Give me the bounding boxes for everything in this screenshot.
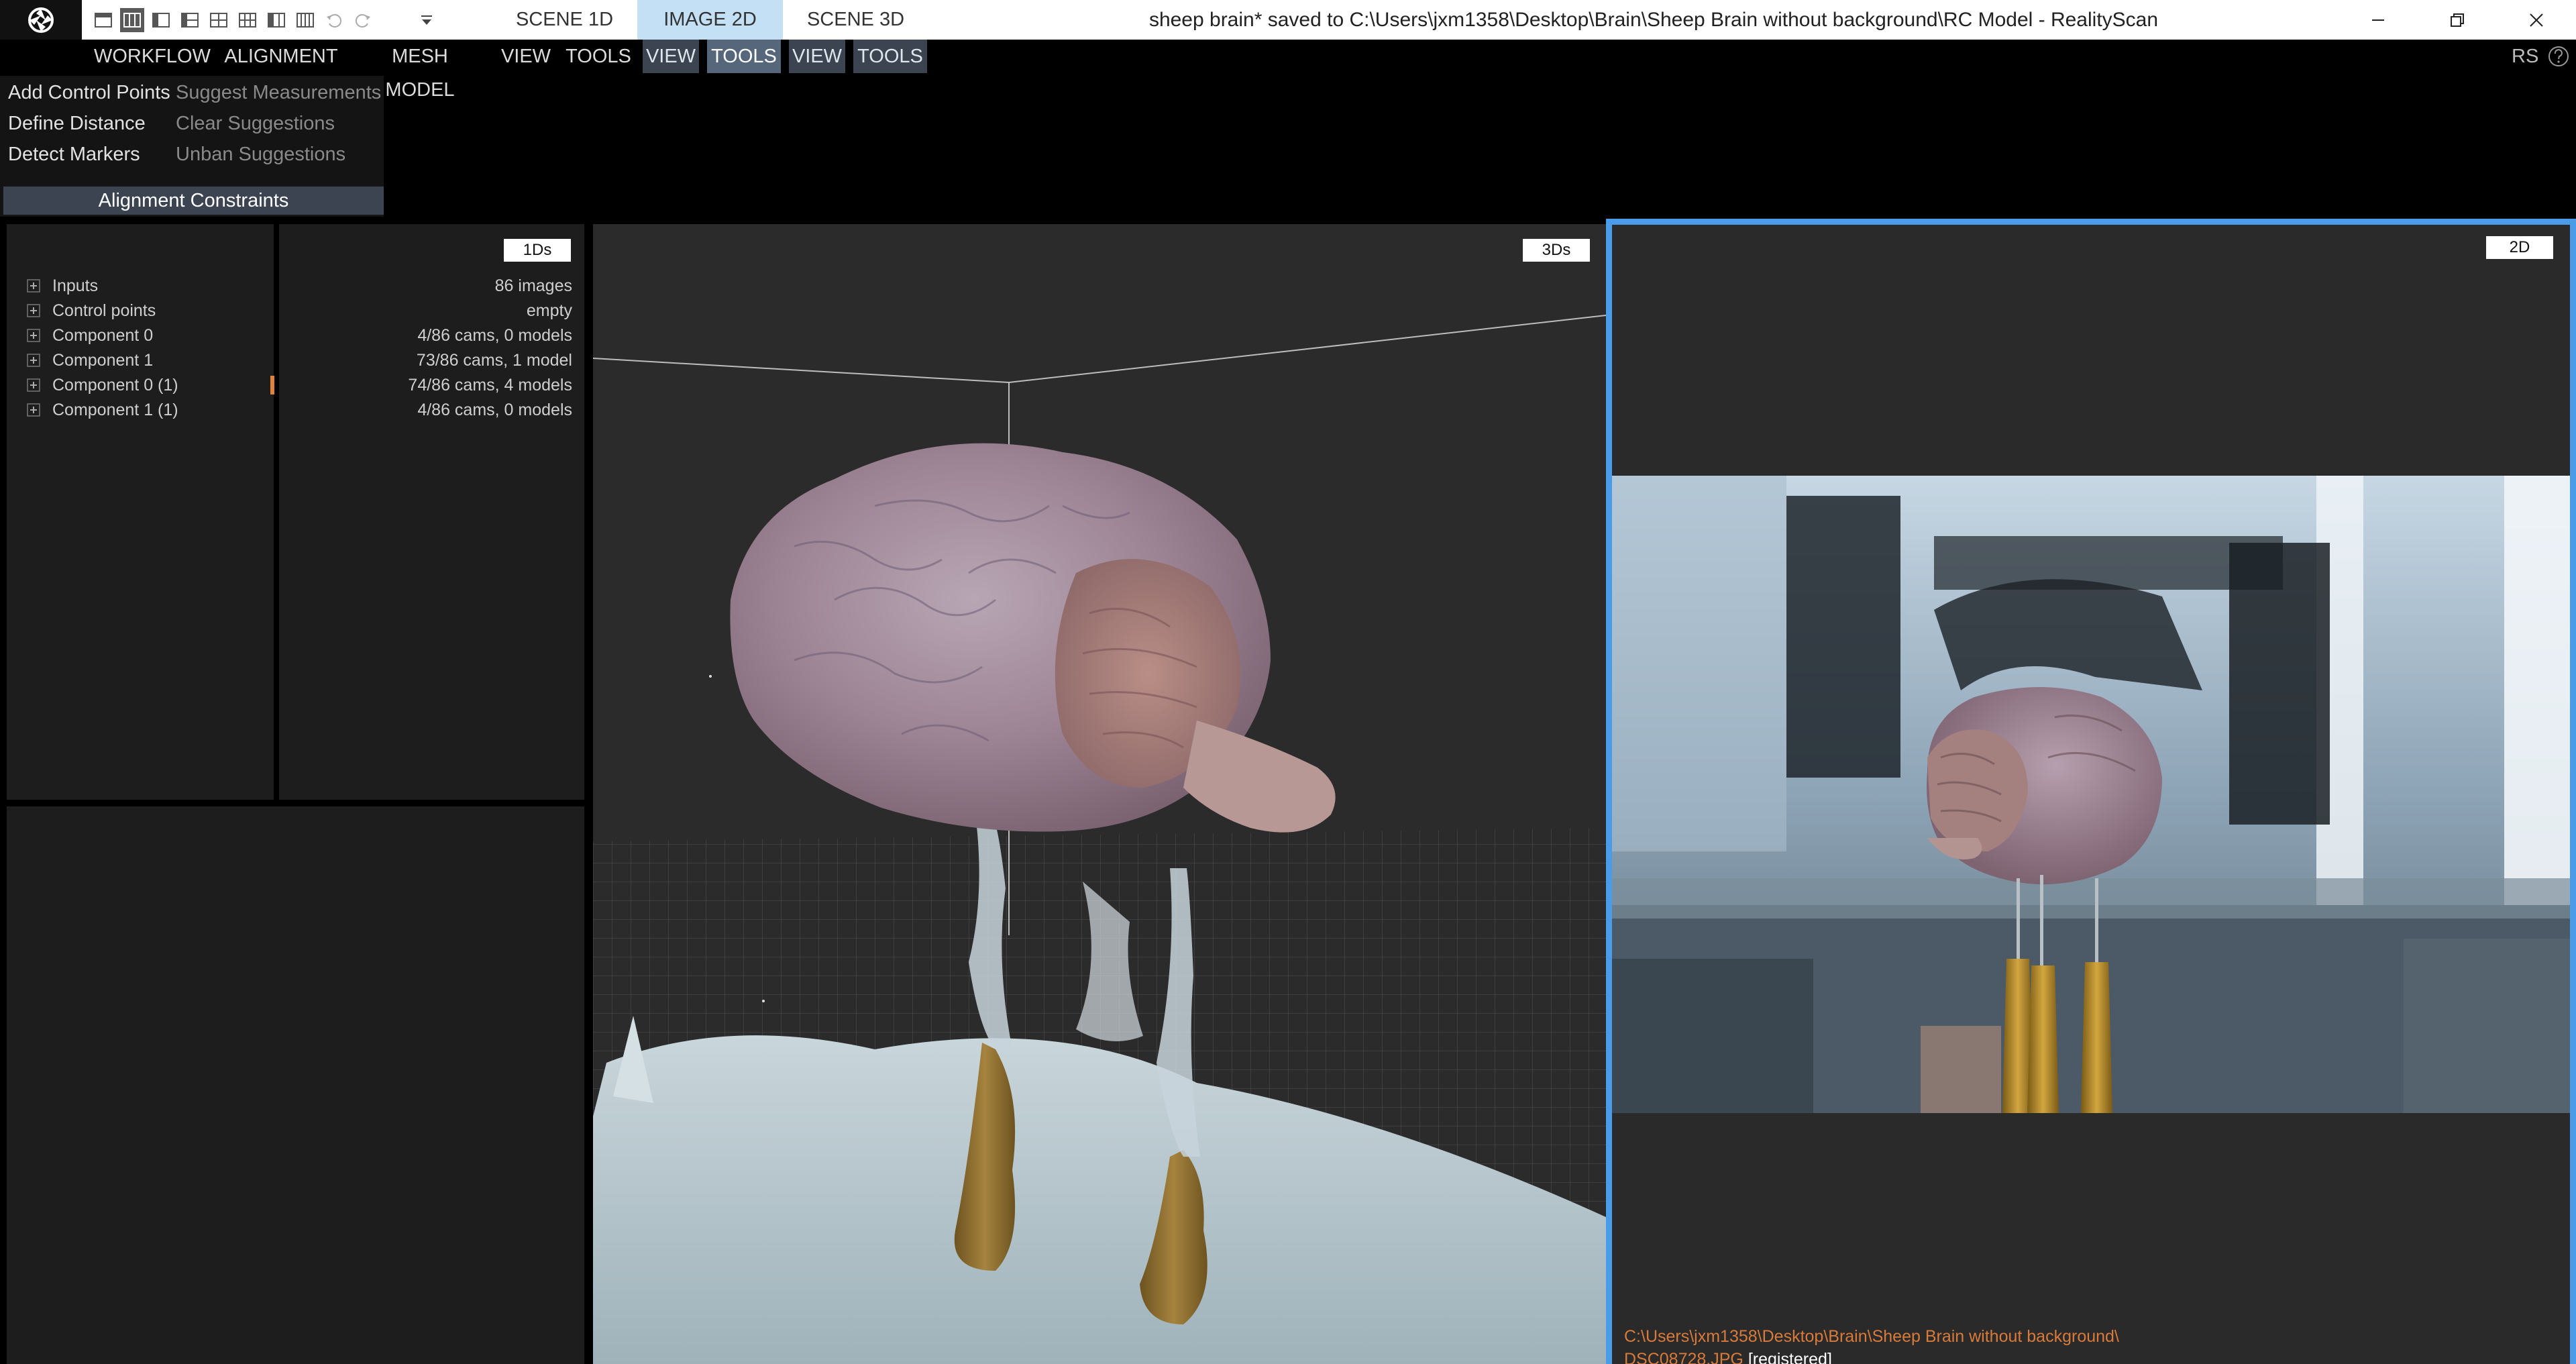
selected-component-marker xyxy=(270,376,274,395)
tree-value: 86 images xyxy=(494,276,572,295)
project-tree-panel: Inputs Control points Component 0 Compon… xyxy=(7,224,274,800)
layout-5-icon[interactable] xyxy=(207,8,231,32)
layout-4-icon[interactable] xyxy=(178,8,202,32)
minimize-button[interactable] xyxy=(2339,0,2418,40)
tree-label: Component 1 xyxy=(52,351,154,370)
menu-workflow[interactable]: WORKFLOW xyxy=(94,40,211,73)
layout-3-icon[interactable] xyxy=(149,8,173,32)
tree-label: Component 0 xyxy=(52,326,154,345)
tab-scene-3d[interactable]: SCENE 3D xyxy=(783,0,928,40)
customize-toolbar-icon[interactable] xyxy=(400,0,453,40)
image-filename: DSC08728.JPG xyxy=(1624,1350,1743,1364)
ribbon-group-label: Alignment Constraints xyxy=(3,187,384,215)
tree-label: Component 0 (1) xyxy=(52,376,178,395)
tree-label: Control points xyxy=(52,301,156,320)
view-tag-2d[interactable]: 2D xyxy=(2486,236,2553,259)
layout-1-icon[interactable] xyxy=(91,8,115,32)
expand-icon[interactable] xyxy=(27,378,40,392)
title-bar: SCENE 1D IMAGE 2D SCENE 3D sheep brain* … xyxy=(0,0,2576,40)
tree-label: Component 1 (1) xyxy=(52,401,178,419)
define-distance-button[interactable]: Define Distance xyxy=(8,109,146,138)
quick-access-toolbar xyxy=(91,8,375,32)
menu-image-tools[interactable]: TOOLS xyxy=(707,40,781,73)
window-title: sheep brain* saved to C:\Users\jxm1358\D… xyxy=(1148,9,2159,31)
add-control-points-button[interactable]: Add Control Points xyxy=(8,78,170,107)
detect-markers-button[interactable]: Detect Markers xyxy=(8,140,140,169)
unban-suggestions-button[interactable]: Unban Suggestions xyxy=(176,140,345,169)
expand-icon[interactable] xyxy=(27,354,40,367)
menu-scene-tools[interactable]: TOOLS xyxy=(853,40,927,73)
rs-label: RS xyxy=(2512,46,2539,67)
scene-3d-viewport[interactable]: 3Ds xyxy=(593,224,1606,1364)
tree-label: Inputs xyxy=(52,276,99,295)
tab-scene-1d[interactable]: SCENE 1D xyxy=(492,0,637,40)
restore-button[interactable] xyxy=(2418,0,2497,40)
photo-image xyxy=(1612,476,2570,1113)
3d-model-render xyxy=(593,315,1606,1364)
view-tag-3ds[interactable]: 3Ds xyxy=(1523,239,1590,262)
aperture-icon xyxy=(28,7,54,33)
image-2d-viewport[interactable]: 2D C:\Users\jxm1358\Desktop\Brain\Sheep … xyxy=(1612,225,2570,1364)
suggest-measurements-button[interactable]: Suggest Measurements xyxy=(176,78,381,107)
restore-icon xyxy=(2451,13,2464,27)
image-status: [registered] xyxy=(1748,1350,1832,1364)
close-icon xyxy=(2530,13,2543,27)
redo-icon[interactable] xyxy=(351,8,375,32)
menu-bar: WORKFLOW ALIGNMENT MESH MODEL VIEW TOOLS… xyxy=(0,40,2576,101)
layout-tabs: SCENE 1D IMAGE 2D SCENE 3D xyxy=(492,0,928,40)
view-tag-1ds[interactable]: 1Ds xyxy=(504,239,571,262)
minimize-icon xyxy=(2372,19,2384,21)
image-2d-viewport-frame: 2D C:\Users\jxm1358\Desktop\Brain\Sheep … xyxy=(1606,219,2576,1364)
help-icon[interactable] xyxy=(2547,45,2570,68)
image-file-label: DSC08728.JPG [registered] xyxy=(1624,1350,1832,1364)
layout-8-icon[interactable] xyxy=(293,8,317,32)
tree-value: 4/86 cams, 0 models xyxy=(417,326,572,345)
tree-value: empty xyxy=(526,301,572,320)
menu-view[interactable]: VIEW xyxy=(498,40,554,73)
tree-value: 74/86 cams, 4 models xyxy=(408,376,572,395)
empty-panel xyxy=(7,806,584,1364)
layout-6-icon[interactable] xyxy=(235,8,260,32)
expand-icon[interactable] xyxy=(27,304,40,317)
app-logo[interactable] xyxy=(0,0,82,40)
menu-alignment[interactable]: ALIGNMENT xyxy=(221,40,341,73)
close-button[interactable] xyxy=(2497,0,2576,40)
tree-value: 4/86 cams, 0 models xyxy=(417,401,572,419)
menu-tools[interactable]: TOOLS xyxy=(565,40,632,73)
tab-image-2d[interactable]: IMAGE 2D xyxy=(637,0,783,40)
tree-value: 73/86 cams, 1 model xyxy=(416,351,572,370)
project-info-panel: 1Ds 86 images empty 4/86 cams, 0 models … xyxy=(279,224,584,800)
menu-scene-view[interactable]: VIEW xyxy=(789,40,845,73)
image-path-label: C:\Users\jxm1358\Desktop\Brain\Sheep Bra… xyxy=(1624,1327,2119,1346)
expand-icon[interactable] xyxy=(27,279,40,293)
layout-2-icon[interactable] xyxy=(120,8,144,32)
realityscan-app: SCENE 1D IMAGE 2D SCENE 3D sheep brain* … xyxy=(0,0,2576,1364)
expand-icon[interactable] xyxy=(27,403,40,417)
clear-suggestions-button[interactable]: Clear Suggestions xyxy=(176,109,335,138)
layout-7-icon[interactable] xyxy=(264,8,288,32)
undo-icon[interactable] xyxy=(322,8,346,32)
expand-icon[interactable] xyxy=(27,329,40,342)
menu-image-view[interactable]: VIEW xyxy=(643,40,699,73)
menu-mesh-model[interactable]: MESH MODEL xyxy=(356,40,484,101)
